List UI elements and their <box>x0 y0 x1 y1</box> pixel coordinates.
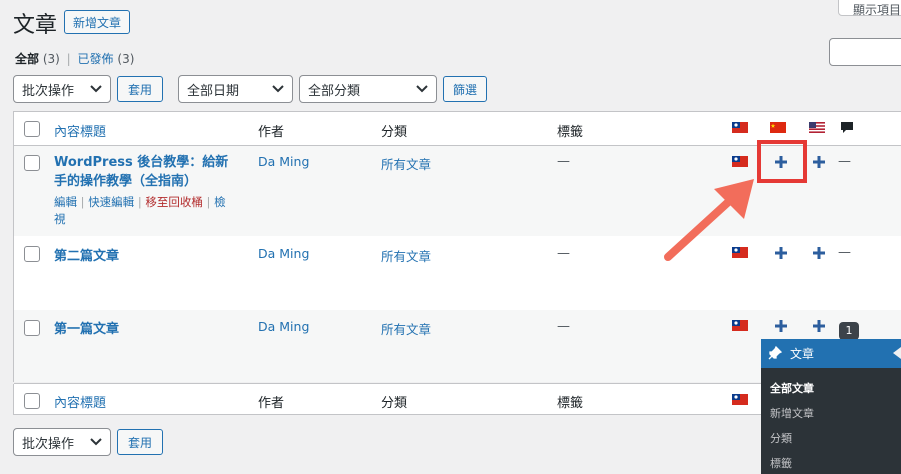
taiwan-flag-icon <box>732 156 748 167</box>
post-tags: — <box>557 246 570 261</box>
post-title-link[interactable]: 第一篇文章 <box>54 318 119 337</box>
row-actions: 編輯 | 快速編輯 | 移至回收桶 | 檢視 <box>54 195 226 226</box>
admin-menu-posts-label: 文章 <box>790 347 815 361</box>
filter-button[interactable]: 篩選 <box>443 76 487 102</box>
taiwan-flag-icon <box>732 247 748 258</box>
column-categories-header: 分類 <box>381 125 408 140</box>
china-flag-icon <box>770 122 786 133</box>
filter-published-link[interactable]: 已發佈 <box>78 52 114 66</box>
column-author-footer: 作者 <box>258 396 285 411</box>
bulk-action-value: 批次操作 <box>22 436 75 452</box>
pointer-arrow-icon <box>664 179 754 261</box>
comment-icon <box>841 122 853 133</box>
taiwan-flag-icon <box>732 320 748 331</box>
apply-button-bottom[interactable]: 套用 <box>117 429 163 455</box>
column-author-header: 作者 <box>258 125 285 140</box>
submenu-add-new[interactable]: 新增文章 <box>770 405 814 421</box>
category-filter-select[interactable]: 全部分類 <box>299 75 437 103</box>
us-flag-icon <box>809 122 825 133</box>
column-tags-header: 標籤 <box>557 125 584 140</box>
comment-count: — <box>838 245 851 260</box>
select-all-checkbox[interactable] <box>24 121 40 137</box>
post-author-link[interactable]: Da Ming <box>258 246 309 261</box>
status-filter-links: 全部 (3) | 已發佈 (3) <box>15 50 134 67</box>
chevron-down-icon <box>90 438 102 446</box>
taiwan-flag-icon <box>732 122 748 133</box>
search-input[interactable] <box>829 38 901 66</box>
add-translation-plus-icon[interactable] <box>812 246 826 260</box>
post-author-link[interactable]: Da Ming <box>258 154 309 169</box>
pin-icon <box>768 346 782 360</box>
row-checkbox[interactable] <box>24 246 40 262</box>
post-tags: — <box>557 319 570 334</box>
add-translation-plus-icon[interactable] <box>774 246 788 260</box>
post-category-link[interactable]: 所有文章 <box>381 319 431 338</box>
apply-button-top[interactable]: 套用 <box>117 76 163 102</box>
chevron-down-icon <box>272 85 284 93</box>
date-filter-select[interactable]: 全部日期 <box>178 75 293 103</box>
filter-published-count: (3) <box>117 52 135 66</box>
column-title-footer[interactable]: 內容標題 <box>54 392 106 411</box>
screen-options-button[interactable]: 顯示項目 <box>838 0 901 17</box>
post-category-link[interactable]: 所有文章 <box>381 154 431 173</box>
column-title-header[interactable]: 內容標題 <box>54 121 106 140</box>
add-translation-plus-icon[interactable] <box>812 155 826 169</box>
row-checkbox[interactable] <box>24 155 40 171</box>
taiwan-flag-icon <box>732 394 748 405</box>
notification-badge: 1 <box>839 322 859 340</box>
submenu-tags[interactable]: 標籤 <box>770 455 792 471</box>
post-category-link[interactable]: 所有文章 <box>381 246 431 265</box>
add-new-post-button[interactable]: 新增文章 <box>64 10 130 34</box>
column-categories-footer: 分類 <box>381 396 408 411</box>
screen-options-label: 顯示項目 <box>853 3 901 17</box>
comment-count: — <box>838 154 851 169</box>
add-translation-plus-icon[interactable] <box>774 319 788 333</box>
bulk-action-select-top[interactable]: 批次操作 <box>13 75 111 103</box>
chevron-down-icon <box>90 85 102 93</box>
select-all-checkbox-bottom[interactable] <box>24 393 40 409</box>
row-checkbox[interactable] <box>24 320 40 336</box>
row-action-quick-edit[interactable]: 快速編輯 <box>88 195 134 209</box>
post-title-link[interactable]: 第二篇文章 <box>54 245 119 264</box>
post-title-link[interactable]: WordPress 後台教學：給新手的操作教學（全指南） <box>54 153 236 191</box>
column-tags-footer: 標籤 <box>557 396 584 411</box>
post-tags: — <box>557 154 570 169</box>
filter-all-link[interactable]: 全部 <box>15 52 39 66</box>
admin-menu-posts-active[interactable] <box>761 339 901 368</box>
filter-separator: | <box>66 52 71 66</box>
add-translation-plus-icon[interactable] <box>812 319 826 333</box>
menu-pointer-icon <box>893 347 901 359</box>
bulk-action-value: 批次操作 <box>22 83 75 99</box>
post-author-link[interactable]: Da Ming <box>258 319 309 334</box>
row-action-trash[interactable]: 移至回收桶 <box>145 195 203 209</box>
page-title: 文章 <box>13 13 58 38</box>
bulk-action-select-bottom[interactable]: 批次操作 <box>13 428 111 456</box>
filter-all-count: (3) <box>42 52 60 66</box>
submenu-categories[interactable]: 分類 <box>770 430 792 446</box>
submenu-all-posts[interactable]: 全部文章 <box>770 380 814 396</box>
row-action-edit[interactable]: 編輯 <box>54 195 77 209</box>
category-filter-value: 全部分類 <box>308 83 361 99</box>
date-filter-value: 全部日期 <box>187 83 240 99</box>
chevron-down-icon <box>416 85 428 93</box>
